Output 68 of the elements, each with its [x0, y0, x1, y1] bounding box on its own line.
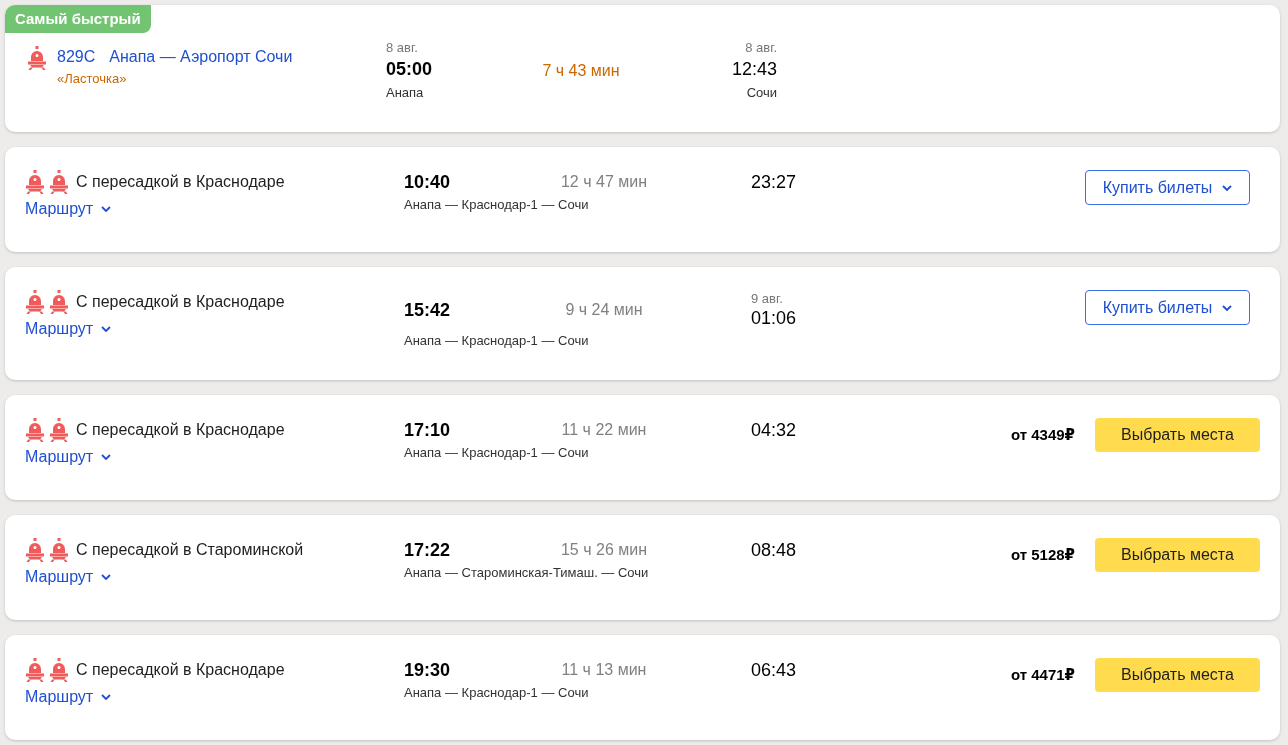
trip-duration: 11 ч 22 мин	[560, 421, 648, 439]
locomotive-icon	[25, 538, 45, 562]
transfer-title: С пересадкой в Краснодаре	[76, 172, 285, 192]
route-toggle[interactable]: Маршрут	[25, 445, 112, 469]
select-seats-button[interactable]: Выбрать места	[1095, 538, 1260, 572]
arrival-time: 01:06	[751, 307, 798, 329]
train-name: «Ласточка»	[57, 70, 128, 88]
transfer-title: С пересадкой в Краснодаре	[76, 420, 285, 440]
locomotive-icon	[49, 418, 69, 442]
transfer-title: С пересадкой в Краснодаре	[76, 660, 285, 680]
route-stations: Анапа — Краснодар-1 — Сочи	[404, 685, 590, 701]
arrival-time: 23:27	[751, 171, 798, 193]
arrival-time: 06:43	[751, 659, 798, 681]
price: от 5128₽	[1010, 546, 1075, 564]
fastest-badge: Самый быстрый	[5, 5, 151, 33]
chevron-down-icon	[101, 454, 112, 460]
buy-tickets-button[interactable]: Купить билеты	[1085, 290, 1250, 325]
chevron-down-icon	[101, 326, 112, 332]
chevron-down-icon	[1222, 184, 1233, 191]
locomotive-icon	[49, 658, 69, 682]
locomotive-icon	[49, 290, 69, 314]
chevron-down-icon	[101, 206, 112, 212]
trip-duration: 15 ч 26 мин	[559, 541, 648, 559]
departure-time: 19:30	[404, 659, 452, 681]
locomotive-icon	[25, 170, 45, 194]
train-number-link[interactable]: 829С	[57, 46, 96, 68]
arrival-time: 04:32	[751, 419, 798, 441]
locomotive-icon	[25, 290, 45, 314]
trip-duration: 9 ч 24 мин	[564, 301, 644, 319]
locomotive-icon	[25, 418, 45, 442]
price: от 4349₽	[1010, 426, 1075, 444]
route-toggle[interactable]: Маршрут	[25, 565, 112, 589]
chevron-down-icon	[1222, 304, 1233, 311]
locomotive-icon	[27, 46, 47, 70]
route-stations: Анапа — Краснодар-1 — Сочи	[404, 197, 590, 213]
select-seats-button[interactable]: Выбрать места	[1095, 418, 1260, 452]
route-title-link[interactable]: Анапа — Аэропорт Сочи	[109, 46, 293, 68]
trip-duration: 7 ч 43 мин	[541, 62, 621, 80]
select-seats-button[interactable]: Выбрать места	[1095, 658, 1260, 692]
price: от 4471₽	[1010, 666, 1075, 684]
arrival-time: 12:43	[730, 58, 777, 81]
locomotive-icon	[49, 538, 69, 562]
trip-duration: 12 ч 47 мин	[559, 173, 648, 191]
departure-time: 17:22	[404, 539, 452, 561]
departure-time: 17:10	[404, 419, 452, 441]
arrival-date: 8 авг.	[744, 40, 777, 56]
departure-time: 05:00	[386, 58, 434, 81]
departure-time: 10:40	[404, 171, 452, 193]
transfer-title: С пересадкой в Староминской	[76, 540, 304, 560]
route-stations: Анапа — Краснодар-1 — Сочи	[404, 445, 590, 461]
trip-duration: 11 ч 13 мин	[560, 661, 648, 679]
locomotive-icon	[25, 658, 45, 682]
route-toggle[interactable]: Маршрут	[25, 317, 112, 341]
arrival-date: 9 авг.	[751, 291, 784, 307]
route-stations: Анапа — Староминская-Тимаш. — Сочи	[404, 565, 650, 581]
departure-time: 15:42	[404, 299, 452, 321]
buy-tickets-button[interactable]: Купить билеты	[1085, 170, 1250, 205]
departure-station: Анапа	[386, 84, 425, 102]
transfer-title: С пересадкой в Краснодаре	[76, 292, 285, 312]
chevron-down-icon	[101, 694, 112, 700]
arrival-station: Сочи	[745, 84, 777, 102]
locomotive-icon	[49, 170, 69, 194]
route-toggle[interactable]: Маршрут	[25, 197, 112, 221]
arrival-time: 08:48	[751, 539, 798, 561]
departure-date: 8 авг.	[386, 40, 419, 56]
chevron-down-icon	[101, 574, 112, 580]
route-stations: Анапа — Краснодар-1 — Сочи	[404, 333, 590, 349]
route-toggle[interactable]: Маршрут	[25, 685, 112, 709]
